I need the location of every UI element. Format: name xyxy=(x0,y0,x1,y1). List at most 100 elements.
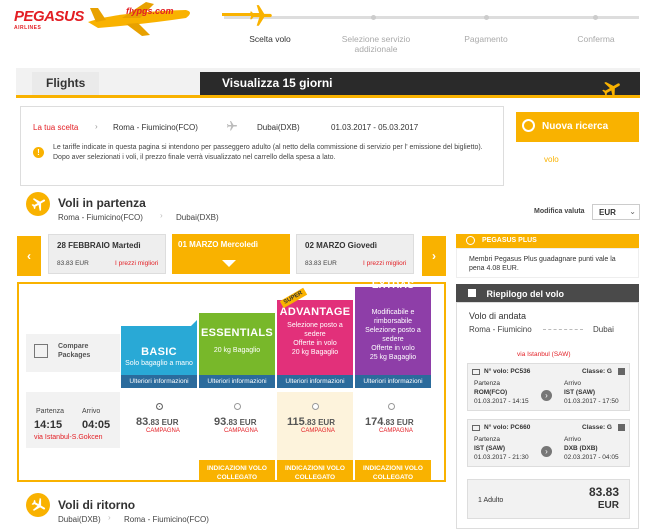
plane-text: flypgs.com xyxy=(126,6,174,16)
warning-icon: ! xyxy=(33,147,44,158)
best-price-link[interactable]: I prezzi migliori xyxy=(363,260,406,267)
price-dec: .83 EUR xyxy=(148,418,179,427)
currency-label: Modifica valuta xyxy=(534,208,585,215)
return-route-to: Roma - Fiumicino(FCO) xyxy=(124,515,209,524)
dep-label: Partenza xyxy=(36,408,65,415)
fare-radio-advantage[interactable] xyxy=(312,403,319,410)
leg-arrow-icon: › xyxy=(541,446,552,457)
summary-title: Riepilogo del volo xyxy=(486,289,565,299)
day-card-next[interactable]: 02 MARZO Giovedì 83.83 EUR I prezzi migl… xyxy=(296,234,414,274)
choice-box: La tua scelta › Roma - Fiumicino(FCO) Du… xyxy=(20,106,504,186)
campaign-label: CAMPAGNA xyxy=(379,428,413,434)
return-title: Voli di ritorno xyxy=(58,498,136,512)
summary-section: Volo di andata xyxy=(469,311,527,321)
best-price-link[interactable]: I prezzi migliori xyxy=(115,260,158,267)
choice-from: Roma - Fiumicino(FCO) xyxy=(113,123,198,132)
fare-extras[interactable]: EXTRAS Modificabile e rimborsabile Selez… xyxy=(355,281,431,388)
dep-label: Partenza xyxy=(474,436,501,443)
fare-price-extras: 174.83 EUR CAMPAGNA xyxy=(365,416,414,434)
fare-essentials[interactable]: ESSENTIALS 20 kg Bagaglio Ulteriori info… xyxy=(199,313,275,388)
fare-name: EXTRAS xyxy=(371,280,415,291)
dep-label: Partenza xyxy=(474,380,501,387)
plus-icon xyxy=(466,236,475,245)
return-plane-icon xyxy=(26,493,50,517)
day-card-prev[interactable]: 28 FEBBRAIO Martedì 83.83 EUR I prezzi m… xyxy=(48,234,166,274)
fare-advantage[interactable]: ADVANTAGE Selezione posto a sedere Offer… xyxy=(277,300,353,388)
more-info-link[interactable]: Ulteriori informazioni xyxy=(277,375,353,388)
logo-text: PEGASUS xyxy=(14,8,84,25)
day-title: 28 FEBBRAIO Martedì xyxy=(57,241,141,250)
campaign-label: CAMPAGNA xyxy=(301,428,335,434)
summary-icon xyxy=(468,289,476,297)
route-chevron-icon: › xyxy=(160,211,163,220)
new-search-button[interactable]: Nuova ricerca xyxy=(516,112,639,142)
ticket-icon xyxy=(472,369,480,375)
fare-basic[interactable]: BASIC Solo bagaglio a mano Ulteriori inf… xyxy=(121,320,197,388)
more-info-link[interactable]: Ulteriori informazioni xyxy=(355,375,431,388)
pegasus-logo[interactable]: PEGASUS AIRLINES xyxy=(14,8,84,31)
outbound-route-from: Roma - Fiumicino(FCO) xyxy=(58,213,143,222)
fare-price-basic: 83.83 EUR CAMPAGNA xyxy=(136,416,180,434)
logo-subtext: AIRLINES xyxy=(14,25,42,31)
arr-label: Arrivo xyxy=(564,436,581,443)
total-price: 83.83 xyxy=(588,485,619,499)
tab-flights[interactable]: Flights xyxy=(32,72,100,95)
choice-dates: 01.03.2017 - 05.03.2017 xyxy=(331,123,419,132)
arr-label: Arrivo xyxy=(82,408,101,415)
day-price: 83.83 EUR xyxy=(57,260,89,267)
arr-time: 04:05 xyxy=(82,419,111,431)
fare-radio-basic[interactable] xyxy=(156,403,163,410)
fare-radio-essentials[interactable] xyxy=(234,403,241,410)
pegasus-plus-box: Membri Pegasus Plus guadagnare punti val… xyxy=(456,248,639,278)
passenger-count: 1 Adulto xyxy=(478,497,504,504)
fare-radio-extras[interactable] xyxy=(388,403,395,410)
compare-packages[interactable]: Compare Packages xyxy=(26,334,120,372)
total-box: 1 Adulto 83.83 EUR xyxy=(467,479,630,519)
step-dot-2 xyxy=(371,15,376,20)
campaign-label: CAMPAGNA xyxy=(224,428,258,434)
currency-value: EUR xyxy=(599,208,616,217)
chevron-down-icon: ⌄ xyxy=(629,207,636,216)
dep-airport: IST (SAW) xyxy=(474,445,506,452)
chevron-right-icon: › xyxy=(95,122,98,131)
summary-via: via Istanbul (SAW) xyxy=(517,351,571,358)
compare-label: Compare Packages xyxy=(58,343,91,359)
info-icon[interactable] xyxy=(618,424,625,431)
selected-arrow-icon xyxy=(222,260,236,267)
fare-name: ADVANTAGE xyxy=(279,306,351,318)
choice-to: Dubai(DXB) xyxy=(257,123,300,132)
info-icon[interactable] xyxy=(618,368,625,375)
summary-route-line xyxy=(543,329,583,330)
choice-label: La tua scelta xyxy=(33,123,79,132)
class-label: Classe: G xyxy=(582,424,612,431)
connected-flight-extras[interactable]: INDICAZIONI VOLO COLLEGATO xyxy=(355,460,431,482)
leg-1: N° volo: PC536 Classe: G › Partenza ROM(… xyxy=(467,363,630,411)
day-title: 01 MARZO Mercoledì xyxy=(178,240,259,249)
pegasus-plus-header: PEGASUS PLUS xyxy=(456,234,639,248)
price-int: 93 xyxy=(214,416,227,428)
day-card-selected[interactable]: 01 MARZO Mercoledì xyxy=(172,234,290,274)
prev-day-button[interactable]: ‹ xyxy=(17,236,41,276)
price-int: 115 xyxy=(287,416,305,428)
next-day-button[interactable]: › xyxy=(422,236,446,276)
more-info-link[interactable]: Ulteriori informazioni xyxy=(121,375,197,388)
tab-view-15-days[interactable]: Visualizza 15 giorni xyxy=(200,72,640,95)
fare-name: ESSENTIALS xyxy=(200,327,274,339)
arr-airport: IST (SAW) xyxy=(564,389,596,396)
more-info-link[interactable]: Ulteriori informazioni xyxy=(199,375,275,388)
day-title: 02 MARZO Giovedì xyxy=(305,241,378,250)
summary-from: Roma - Fiumicino xyxy=(469,325,532,334)
dep-date: 01.03.2017 - 14:15 xyxy=(474,398,529,405)
summary-header: Riepilogo del volo xyxy=(456,284,639,302)
fare-desc: Solo bagaglio a mano xyxy=(125,360,193,367)
step-label-4: Conferma xyxy=(577,34,615,44)
connected-flight-advantage[interactable]: INDICAZIONI VOLO COLLEGATO xyxy=(277,460,353,482)
tab-plane-icon xyxy=(597,78,627,102)
currency-select[interactable]: EUR ⌄ xyxy=(592,204,640,220)
via-link[interactable]: via Istanbul-S.Gokcen xyxy=(34,434,102,441)
outbound-route-to: Dubai(DXB) xyxy=(176,213,219,222)
dep-time: 14:15 xyxy=(34,419,63,431)
connected-flight-essentials[interactable]: INDICAZIONI VOLO COLLEGATO xyxy=(199,460,275,482)
search-icon xyxy=(522,119,535,132)
price-dec: .83 EUR xyxy=(383,418,414,427)
